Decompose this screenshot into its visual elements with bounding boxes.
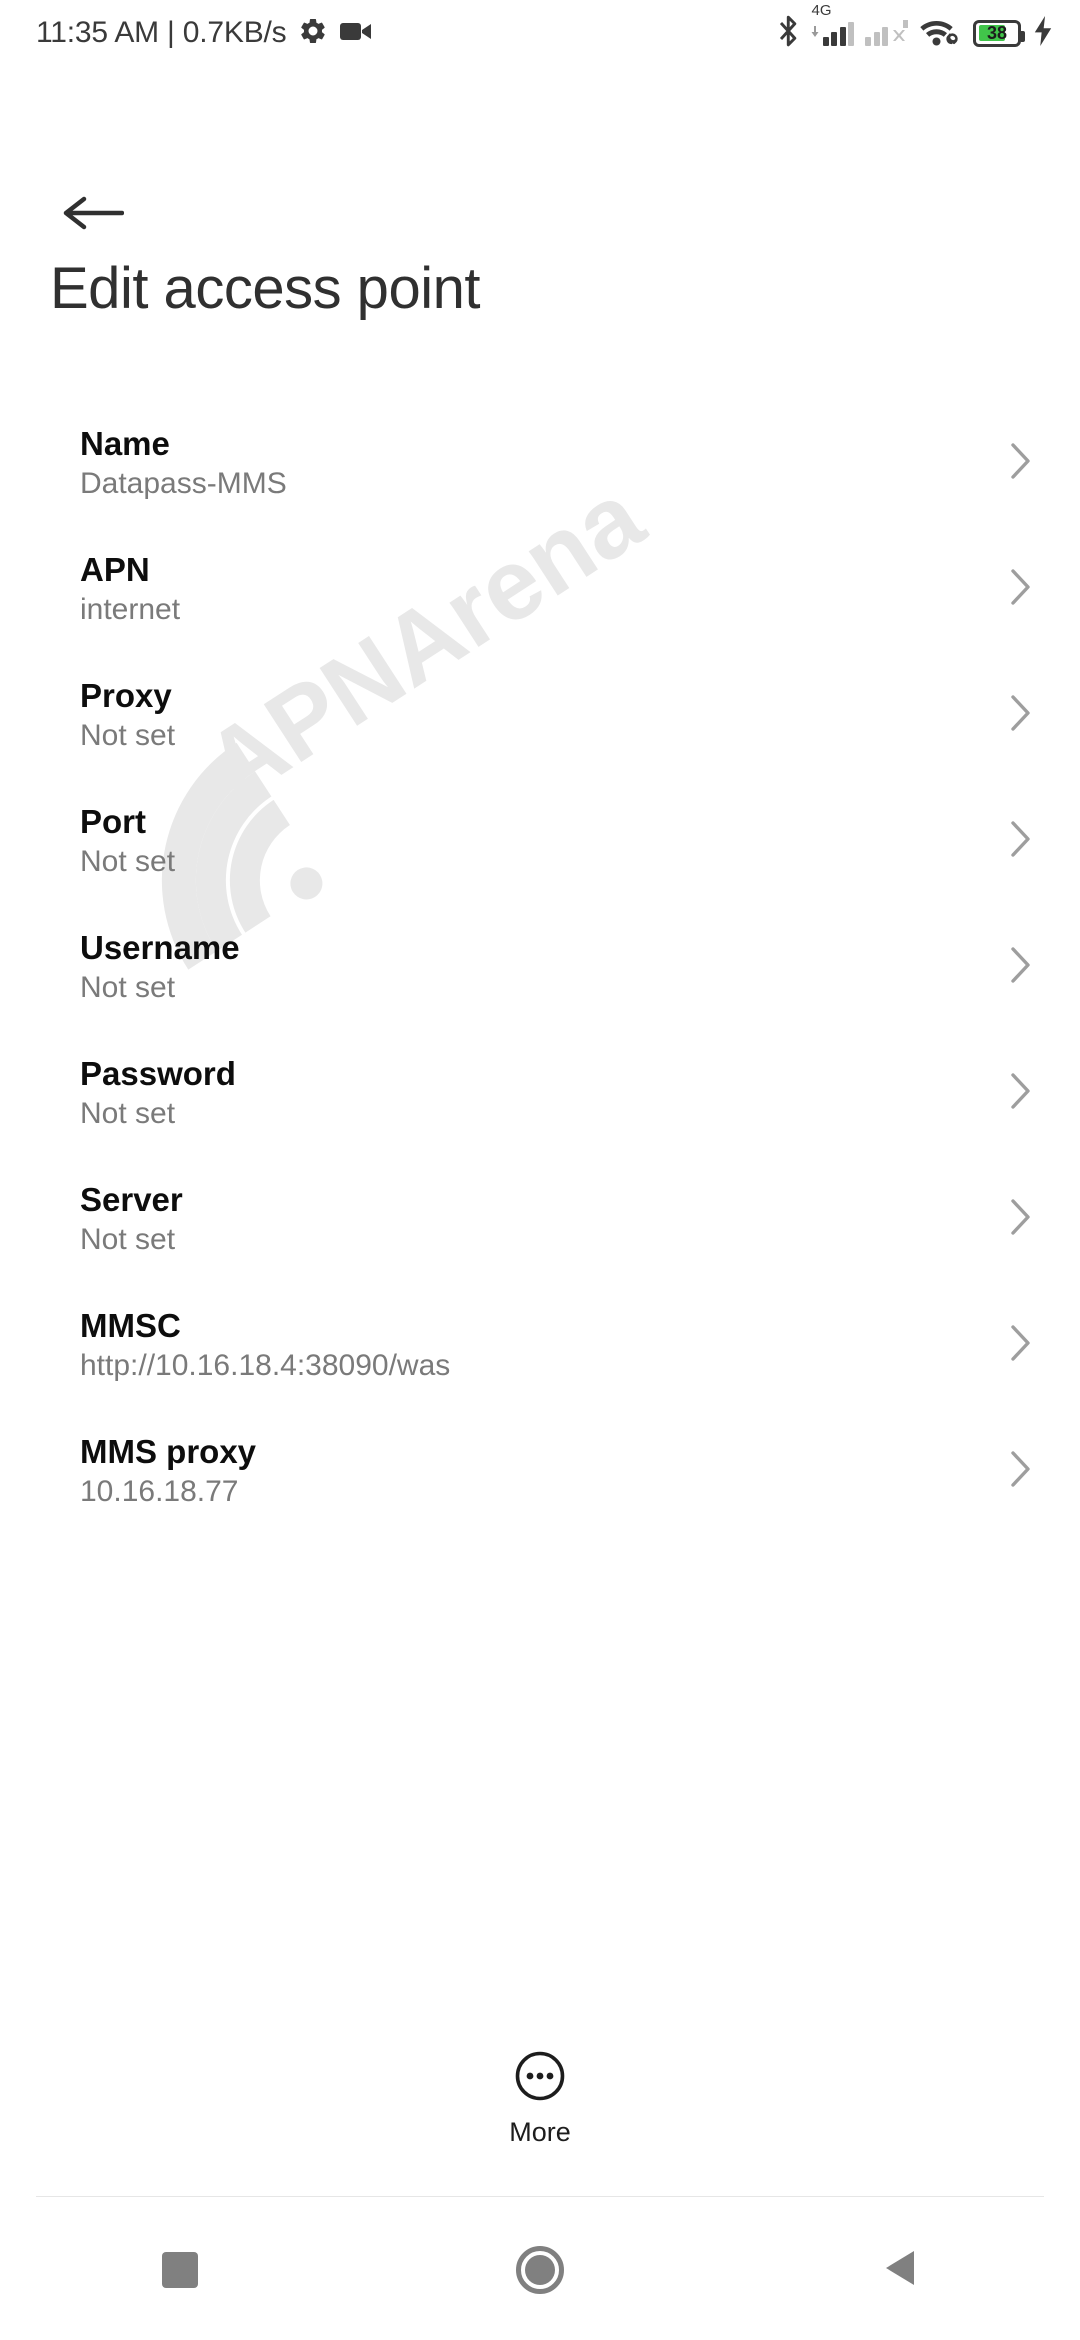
video-camera-icon xyxy=(340,19,372,48)
battery-icon: 38 xyxy=(973,19,1025,47)
signal-bars-sim2 xyxy=(865,20,888,46)
wifi-link-icon xyxy=(920,15,962,52)
row-value: Datapass-MMS xyxy=(80,467,287,501)
chevron-right-icon xyxy=(1010,442,1032,485)
nav-recents-button[interactable] xyxy=(105,2200,255,2340)
more-button[interactable]: More xyxy=(0,2050,1080,2148)
chevron-right-icon xyxy=(1010,1324,1032,1367)
gear-icon xyxy=(298,16,328,51)
access-point-fields-list: Name Datapass-MMS APN internet Proxy Not… xyxy=(0,400,1080,1534)
row-texts: Username Not set xyxy=(80,930,990,1005)
chevron-right-icon xyxy=(1010,694,1032,737)
signal-4g-icon: 4G xyxy=(811,3,854,46)
circle-icon xyxy=(516,2246,564,2294)
status-bar-right: 4G 38 xyxy=(778,3,1055,52)
list-item-password[interactable]: Password Not set xyxy=(0,1030,1080,1156)
data-arrows-icon xyxy=(811,22,821,46)
row-value: Not set xyxy=(80,845,176,879)
row-texts: Proxy Not set xyxy=(80,678,990,753)
more-circle-icon xyxy=(514,2050,566,2107)
chevron-right-icon xyxy=(1010,568,1032,611)
nav-back-button[interactable] xyxy=(825,2200,975,2340)
list-item-server[interactable]: Server Not set xyxy=(0,1156,1080,1282)
row-label: Server xyxy=(80,1180,183,1218)
chevron-right-icon xyxy=(1010,1072,1032,1115)
row-texts: APN internet xyxy=(80,552,990,627)
row-texts: Port Not set xyxy=(80,804,990,879)
row-value: http://10.16.18.4:38090/was xyxy=(80,1349,451,1383)
charging-bolt-icon xyxy=(1032,15,1054,51)
network-type-label: 4G xyxy=(811,2,832,19)
status-bar-left: 11:35 AM | 0.7KB/s xyxy=(36,16,372,51)
phone-screen: 11:35 AM | 0.7KB/s 4G 38 Edit access poi… xyxy=(0,0,1080,2340)
row-texts: MMSC http://10.16.18.4:38090/was xyxy=(80,1308,990,1383)
list-item-apn[interactable]: APN internet xyxy=(0,526,1080,652)
row-value: internet xyxy=(80,593,181,627)
list-item-name[interactable]: Name Datapass-MMS xyxy=(0,400,1080,526)
list-item-username[interactable]: Username Not set xyxy=(0,904,1080,1030)
row-label: MMS proxy xyxy=(80,1432,257,1470)
row-label: Password xyxy=(80,1054,236,1092)
page-title: Edit access point xyxy=(50,256,480,321)
row-label: Name xyxy=(80,424,170,462)
signal-no-service-icon xyxy=(865,20,909,46)
row-value: Not set xyxy=(80,1097,176,1131)
status-bar: 11:35 AM | 0.7KB/s 4G 38 xyxy=(0,0,1080,66)
row-texts: MMS proxy 10.16.18.77 xyxy=(80,1434,990,1509)
row-label: APN xyxy=(80,550,150,588)
list-item-mmsc[interactable]: MMSC http://10.16.18.4:38090/was xyxy=(0,1282,1080,1408)
square-icon xyxy=(162,2252,198,2288)
row-value: Not set xyxy=(80,1223,176,1257)
row-label: Port xyxy=(80,802,146,840)
chevron-right-icon xyxy=(1010,946,1032,989)
triangle-left-icon xyxy=(882,2248,918,2293)
row-value: Not set xyxy=(80,971,176,1005)
row-label: MMSC xyxy=(80,1306,181,1344)
chevron-right-icon xyxy=(1010,820,1032,863)
list-item-port[interactable]: Port Not set xyxy=(0,778,1080,904)
battery-percent-label: 38 xyxy=(986,22,1008,43)
row-texts: Password Not set xyxy=(80,1056,990,1131)
chevron-right-icon xyxy=(1010,1198,1032,1241)
arrow-left-icon xyxy=(63,196,124,230)
row-texts: Server Not set xyxy=(80,1182,990,1257)
row-value: Not set xyxy=(80,719,176,753)
row-texts: Name Datapass-MMS xyxy=(80,426,990,501)
nav-divider xyxy=(36,2196,1044,2197)
row-value: 10.16.18.77 xyxy=(80,1475,239,1509)
status-clock-and-network-speed: 11:35 AM | 0.7KB/s xyxy=(36,16,287,49)
android-nav-bar xyxy=(0,2200,1080,2340)
bluetooth-icon xyxy=(778,15,800,52)
signal-bars-sim1 xyxy=(822,20,854,46)
back-button[interactable] xyxy=(45,165,141,261)
row-label: Proxy xyxy=(80,676,172,714)
list-item-mms-proxy[interactable]: MMS proxy 10.16.18.77 xyxy=(0,1408,1080,1534)
chevron-right-icon xyxy=(1010,1450,1032,1493)
row-label: Username xyxy=(80,928,240,966)
list-item-proxy[interactable]: Proxy Not set xyxy=(0,652,1080,778)
more-button-label: More xyxy=(509,2117,571,2147)
nav-home-button[interactable] xyxy=(465,2200,615,2340)
circle-inner-dot xyxy=(525,2255,555,2285)
